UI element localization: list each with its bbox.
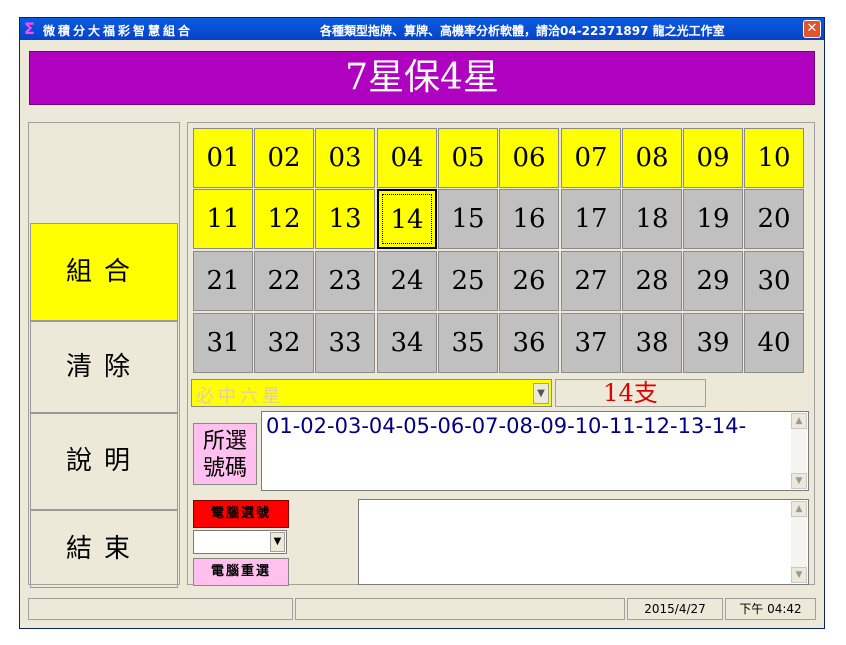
status-time: 下午 04:42 [725, 598, 816, 620]
combine-button[interactable]: 組合 [30, 223, 178, 321]
status-segment [295, 598, 625, 620]
close-button[interactable]: ✕ [803, 20, 821, 38]
number-cell-14[interactable]: 14 [377, 189, 437, 249]
number-cell-30[interactable]: 30 [744, 251, 804, 311]
number-cell-13[interactable]: 13 [315, 189, 375, 249]
number-cell-25[interactable]: 25 [438, 251, 498, 311]
number-cell-40[interactable]: 40 [744, 313, 804, 373]
chevron-down-icon[interactable]: ▼ [533, 383, 549, 404]
number-cell-02[interactable]: 02 [254, 128, 314, 188]
selected-numbers-text: 01-02-03-04-05-06-07-08-09-10-11-12-13-1… [266, 414, 747, 438]
scroll-up-icon[interactable]: ▲ [791, 501, 807, 517]
computer-reselect-button[interactable]: 電腦重選 [193, 558, 289, 586]
number-cell-35[interactable]: 35 [438, 313, 498, 373]
app-window: Σ 微積分大福彩智慧組合 各種類型拖牌、算牌、高機率分析軟體，請洽04-2237… [19, 17, 825, 629]
number-cell-27[interactable]: 27 [561, 251, 621, 311]
number-cell-08[interactable]: 08 [622, 128, 682, 188]
number-cell-07[interactable]: 07 [561, 128, 621, 188]
number-cell-36[interactable]: 36 [499, 313, 559, 373]
status-segment [28, 598, 293, 620]
number-cell-03[interactable]: 03 [315, 128, 375, 188]
title-ad-text: 各種類型拖牌、算牌、高機率分析軟體，請洽04-22371897 龍之光工作室 [320, 24, 725, 38]
number-cell-12[interactable]: 12 [254, 189, 314, 249]
number-cell-15[interactable]: 15 [438, 189, 498, 249]
help-button[interactable]: 說明 [30, 413, 178, 510]
number-cell-38[interactable]: 38 [622, 313, 682, 373]
chevron-down-icon[interactable]: ▼ [270, 532, 285, 552]
selected-numbers-label: 所選號碼 [193, 423, 257, 485]
mode-select-value: 必中六星 [196, 386, 284, 407]
pick-count-select[interactable]: ▼ [193, 530, 287, 554]
number-cell-29[interactable]: 29 [683, 251, 743, 311]
window-title: 微積分大福彩智慧組合 [43, 24, 194, 38]
selected-numbers-box[interactable]: 01-02-03-04-05-06-07-08-09-10-11-12-13-1… [261, 411, 809, 491]
sidebar: 組合 清除 說明 結束 [28, 122, 180, 588]
number-cell-19[interactable]: 19 [683, 189, 743, 249]
exit-button[interactable]: 結束 [30, 510, 178, 588]
scroll-up-icon[interactable]: ▲ [791, 413, 807, 429]
scroll-down-icon[interactable]: ▼ [791, 473, 807, 489]
number-cell-11[interactable]: 11 [193, 189, 253, 249]
number-cell-04[interactable]: 04 [377, 128, 437, 188]
number-cell-31[interactable]: 31 [193, 313, 253, 373]
scroll-down-icon[interactable]: ▼ [791, 567, 807, 583]
number-cell-24[interactable]: 24 [377, 251, 437, 311]
number-cell-39[interactable]: 39 [683, 313, 743, 373]
number-cell-21[interactable]: 21 [193, 251, 253, 311]
number-cell-26[interactable]: 26 [499, 251, 559, 311]
scrollbar[interactable]: ▲ ▼ [791, 501, 807, 583]
sigma-icon: Σ [24, 19, 35, 38]
number-cell-01[interactable]: 01 [193, 128, 253, 188]
number-cell-33[interactable]: 33 [315, 313, 375, 373]
number-cell-28[interactable]: 28 [622, 251, 682, 311]
number-cell-06[interactable]: 06 [499, 128, 559, 188]
number-cell-34[interactable]: 34 [377, 313, 437, 373]
number-cell-16[interactable]: 16 [499, 189, 559, 249]
computer-pick-button[interactable]: 電腦選號 [193, 500, 289, 528]
clear-button[interactable]: 清除 [30, 321, 178, 413]
scrollbar[interactable]: ▲ ▼ [791, 413, 807, 489]
close-icon: ✕ [806, 21, 818, 36]
result-box[interactable]: ▲ ▼ [358, 499, 809, 585]
mode-select[interactable]: 必中六星 ▼ [191, 379, 552, 407]
number-cell-17[interactable]: 17 [561, 189, 621, 249]
page-title: 7星保4星 [29, 51, 815, 105]
count-display: 14支 [555, 379, 706, 407]
status-date: 2015/4/27 [627, 598, 723, 620]
number-cell-32[interactable]: 32 [254, 313, 314, 373]
number-cell-10[interactable]: 10 [744, 128, 804, 188]
number-cell-23[interactable]: 23 [315, 251, 375, 311]
number-cell-37[interactable]: 37 [561, 313, 621, 373]
number-cell-05[interactable]: 05 [438, 128, 498, 188]
number-cell-22[interactable]: 22 [254, 251, 314, 311]
number-cell-18[interactable]: 18 [622, 189, 682, 249]
status-bar: 2015/4/27 下午 04:42 [20, 598, 824, 622]
number-cell-09[interactable]: 09 [683, 128, 743, 188]
number-cell-20[interactable]: 20 [744, 189, 804, 249]
title-bar[interactable]: Σ 微積分大福彩智慧組合 各種類型拖牌、算牌、高機率分析軟體，請洽04-2237… [20, 18, 824, 40]
